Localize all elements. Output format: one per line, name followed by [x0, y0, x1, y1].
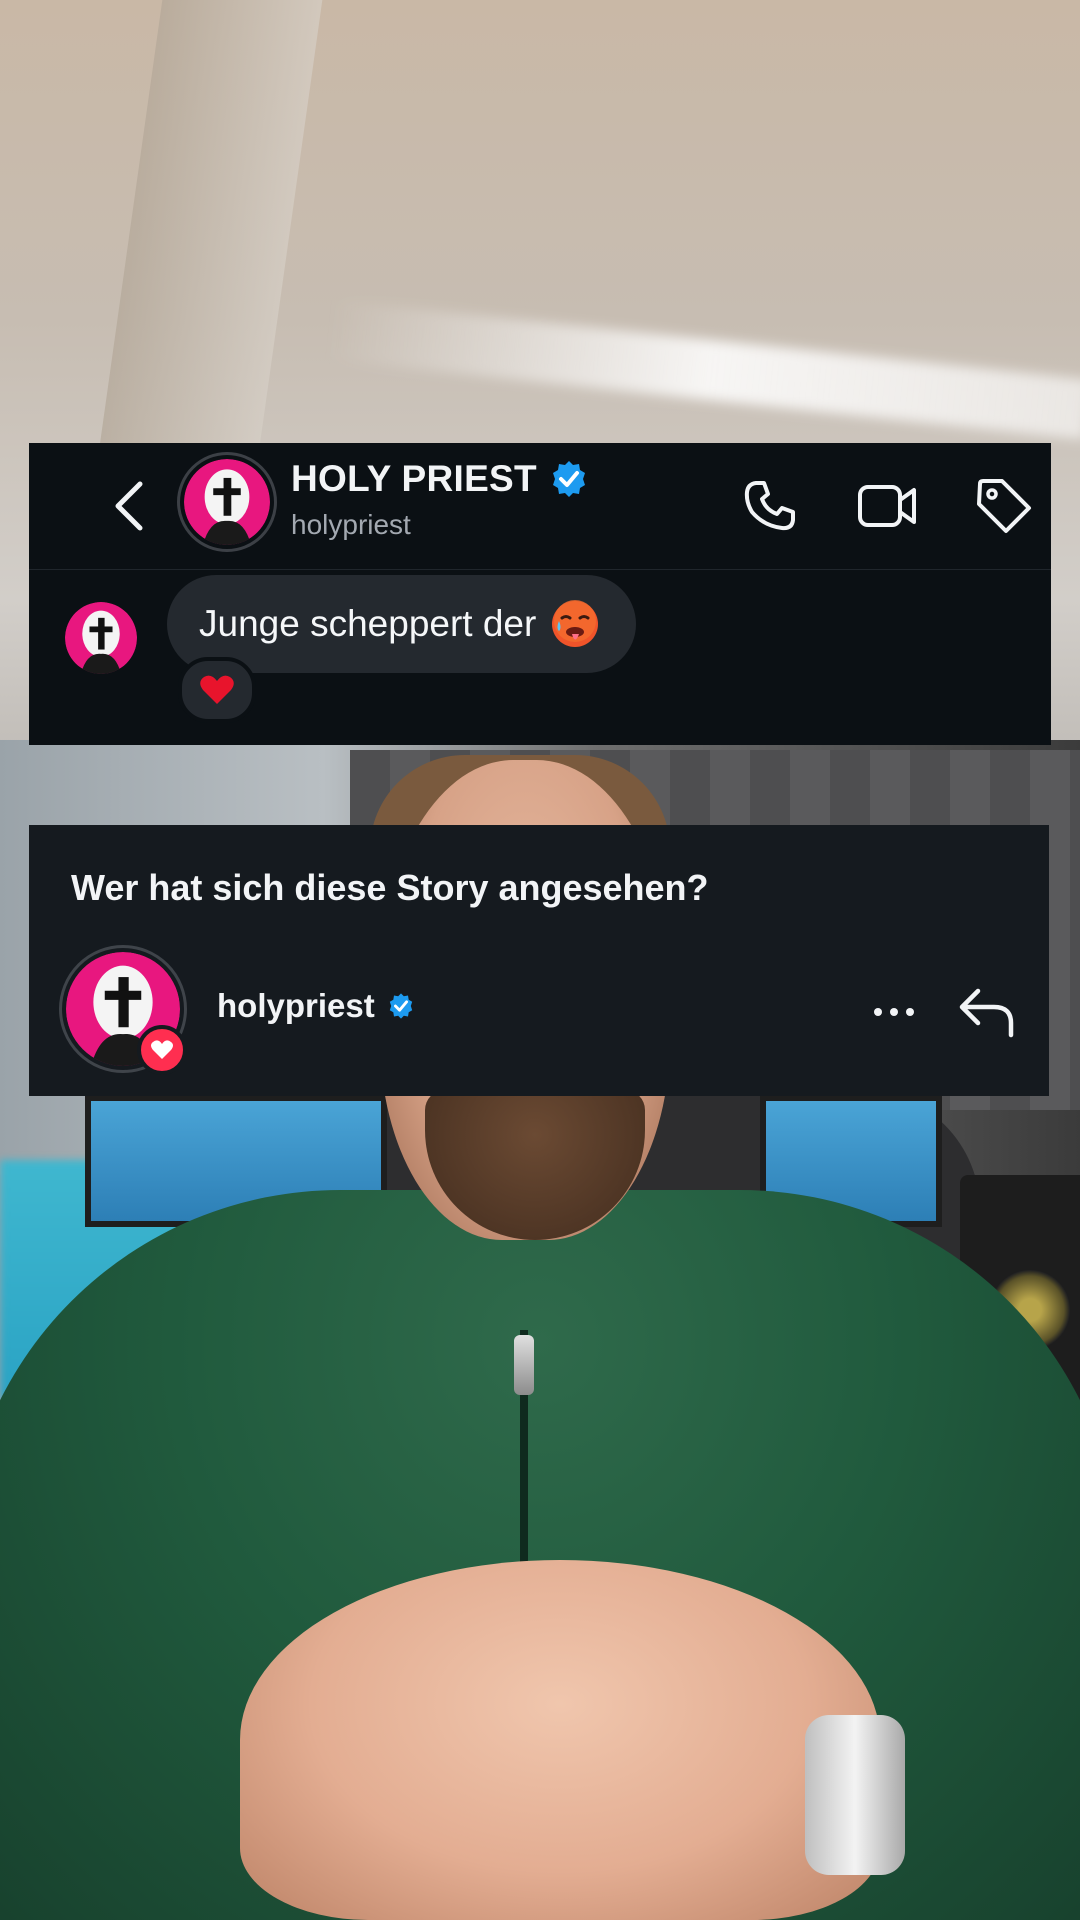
video-camera-icon	[858, 485, 916, 527]
dm-header: HOLY PRIEST holypriest	[29, 443, 1051, 570]
contact-name: HOLY PRIEST	[291, 458, 537, 499]
profile-avatar[interactable]	[177, 452, 277, 552]
video-call-button[interactable]	[853, 471, 923, 541]
message-reaction[interactable]	[178, 657, 256, 723]
more-options-button[interactable]	[859, 977, 929, 1047]
masked-figure-avatar-icon	[65, 602, 137, 674]
tag-icon	[977, 479, 1031, 533]
message-text: Junge scheppert der	[199, 603, 537, 644]
reply-arrow-icon	[959, 988, 1014, 1038]
masked-figure-avatar-icon	[184, 459, 270, 545]
heart-icon	[151, 1040, 173, 1059]
wrist-watch	[805, 1715, 905, 1875]
story-viewers-card: Wer hat sich diese Story angesehen? holy…	[29, 825, 1049, 1096]
verified-badge-icon	[389, 993, 412, 1019]
verified-badge-icon	[552, 461, 585, 497]
hot-face-emoji-icon	[550, 599, 600, 649]
reply-button[interactable]	[947, 973, 1025, 1051]
red-heart-emoji-icon	[200, 675, 234, 704]
more-horizontal-icon	[874, 1008, 914, 1016]
viewer-username: holypriest	[217, 987, 375, 1024]
contact-name-row: HOLY PRIEST	[291, 458, 589, 500]
phone-icon	[744, 481, 795, 531]
liked-badge	[137, 1025, 187, 1075]
tag-button[interactable]	[969, 471, 1039, 541]
contact-handle: holypriest	[291, 509, 411, 540]
person-hands	[240, 1560, 880, 1920]
audio-call-button[interactable]	[735, 471, 805, 541]
sender-avatar	[65, 602, 137, 674]
viewer-username-row[interactable]: holypriest	[217, 987, 415, 1025]
viewers-title: Wer hat sich diese Story angesehen?	[71, 867, 709, 908]
zipper-pull	[514, 1335, 534, 1395]
chevron-left-icon	[115, 481, 143, 531]
back-button[interactable]	[95, 471, 165, 541]
dm-screenshot-card: HOLY PRIEST holypriest Junge scheppert d…	[29, 443, 1051, 745]
